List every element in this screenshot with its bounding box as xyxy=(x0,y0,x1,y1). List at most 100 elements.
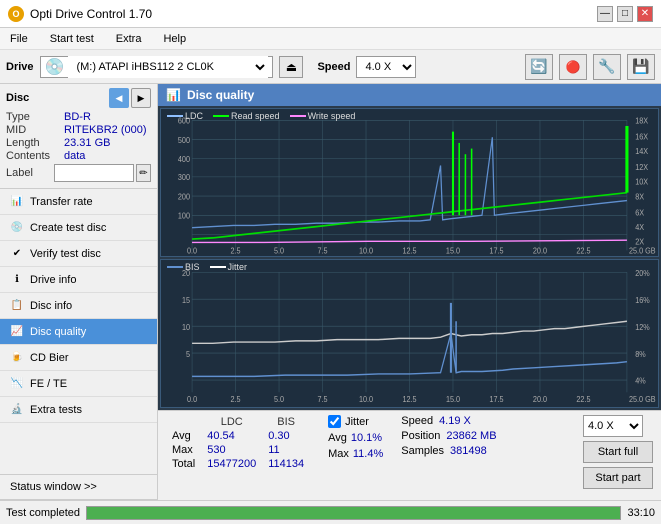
disc-title: Disc xyxy=(6,92,29,104)
svg-text:300: 300 xyxy=(178,173,190,182)
svg-text:16%: 16% xyxy=(635,295,649,305)
title-controls[interactable]: — □ ✕ xyxy=(597,6,653,22)
menu-bar: File Start test Extra Help xyxy=(0,28,661,50)
sidebar-label-extra-tests: Extra tests xyxy=(30,404,82,416)
svg-text:100: 100 xyxy=(178,211,190,220)
cd-bier-icon: 🍺 xyxy=(10,351,24,365)
burn-button[interactable]: 🔴 xyxy=(559,54,587,80)
svg-text:4X: 4X xyxy=(635,223,644,232)
svg-text:10X: 10X xyxy=(635,177,648,186)
svg-text:16X: 16X xyxy=(635,132,648,141)
legend-jitter: Jitter xyxy=(228,262,248,272)
sidebar-label-create-test-disc: Create test disc xyxy=(30,222,106,234)
svg-text:17.5: 17.5 xyxy=(489,246,503,255)
sidebar-item-extra-tests[interactable]: 🔬 Extra tests xyxy=(0,397,157,423)
sidebar-item-drive-info[interactable]: ℹ Drive info xyxy=(0,267,157,293)
sidebar-label-drive-info: Drive info xyxy=(30,274,76,286)
avg-bis: 0.30 xyxy=(262,429,310,443)
contents-label: Contents xyxy=(6,150,64,162)
svg-text:17.5: 17.5 xyxy=(489,395,504,405)
col-ldc: LDC xyxy=(201,415,262,429)
disc-btn-1[interactable]: ◀ xyxy=(109,88,129,108)
title-bar-left: O Opti Drive Control 1.70 xyxy=(8,6,152,22)
col-bis: BIS xyxy=(262,415,310,429)
drive-select[interactable]: (M:) ATAPI iHBS112 2 CL0K xyxy=(68,56,268,78)
drive-speed-select[interactable]: 4.0 X xyxy=(356,56,416,78)
speed-info-label: Speed xyxy=(401,415,433,427)
mid-value: RITEKBR2 (000) xyxy=(64,124,147,136)
sidebar-item-disc-quality[interactable]: 📈 Disc quality xyxy=(0,319,157,345)
drive-bar: Drive 💿 (M:) ATAPI iHBS112 2 CL0K ⏏ Spee… xyxy=(0,50,661,84)
sidebar-label-cd-bier: CD Bier xyxy=(30,352,69,364)
upper-chart-legend: LDC Read speed Write speed xyxy=(167,111,355,121)
mid-label: MID xyxy=(6,124,64,136)
action-buttons: 4.0 X Start full Start part xyxy=(583,415,653,489)
status-window-button[interactable]: Status window >> xyxy=(0,474,157,500)
svg-text:5.0: 5.0 xyxy=(274,395,285,405)
disc-label-input[interactable] xyxy=(54,164,134,182)
svg-text:8X: 8X xyxy=(635,192,644,201)
start-part-button[interactable]: Start part xyxy=(583,467,653,489)
menu-file[interactable]: File xyxy=(4,31,34,47)
svg-text:15.0: 15.0 xyxy=(446,246,460,255)
contents-value: data xyxy=(64,150,85,162)
total-label: Total xyxy=(166,457,201,471)
jitter-checkbox[interactable] xyxy=(328,415,341,428)
transfer-rate-icon: 📊 xyxy=(10,195,24,209)
position-val: 23862 MB xyxy=(446,430,496,442)
eject-button[interactable]: ⏏ xyxy=(279,56,303,78)
app-title: Opti Drive Control 1.70 xyxy=(30,7,152,21)
progress-bar xyxy=(86,506,621,520)
svg-text:12X: 12X xyxy=(635,163,648,172)
save-button[interactable]: 💾 xyxy=(627,54,655,80)
jitter-max-label: Max xyxy=(328,448,349,460)
avg-ldc: 40.54 xyxy=(201,429,262,443)
svg-text:4%: 4% xyxy=(635,376,645,386)
jitter-label: Jitter xyxy=(345,416,369,428)
settings-button[interactable]: 🔧 xyxy=(593,54,621,80)
drive-label: Drive xyxy=(6,61,34,73)
sidebar-item-disc-info[interactable]: 📋 Disc info xyxy=(0,293,157,319)
svg-text:6X: 6X xyxy=(635,208,644,217)
close-button[interactable]: ✕ xyxy=(637,6,653,22)
sidebar-item-fe-te[interactable]: 📉 FE / TE xyxy=(0,371,157,397)
lower-chart: BIS Jitter xyxy=(160,259,659,408)
svg-text:15: 15 xyxy=(182,295,191,305)
sidebar-item-transfer-rate[interactable]: 📊 Transfer rate xyxy=(0,189,157,215)
legend-write-speed: Write speed xyxy=(308,111,356,121)
disc-btn-2[interactable]: ▶ xyxy=(131,88,151,108)
test-speed-select[interactable]: 4.0 X xyxy=(583,415,643,437)
minimize-button[interactable]: — xyxy=(597,6,613,22)
sidebar-item-create-test-disc[interactable]: 💿 Create test disc xyxy=(0,215,157,241)
svg-text:400: 400 xyxy=(178,155,190,164)
drive-info-icon: ℹ xyxy=(10,273,24,287)
sidebar: Disc ◀ ▶ Type BD-R MID RITEKBR2 (000) Le… xyxy=(0,84,158,500)
svg-text:25.0 GB: 25.0 GB xyxy=(629,395,656,405)
menu-extra[interactable]: Extra xyxy=(110,31,148,47)
svg-text:18X: 18X xyxy=(635,116,648,125)
svg-text:14X: 14X xyxy=(635,147,648,156)
menu-start-test[interactable]: Start test xyxy=(44,31,100,47)
upper-chart: LDC Read speed Write speed xyxy=(160,108,659,257)
svg-text:10.0: 10.0 xyxy=(359,246,373,255)
svg-text:12%: 12% xyxy=(635,322,649,332)
start-full-button[interactable]: Start full xyxy=(583,441,653,463)
sidebar-item-verify-test-disc[interactable]: ✔ Verify test disc xyxy=(0,241,157,267)
sidebar-item-cd-bier[interactable]: 🍺 CD Bier xyxy=(0,345,157,371)
menu-help[interactable]: Help xyxy=(157,31,192,47)
svg-text:12.5: 12.5 xyxy=(402,246,416,255)
samples-label: Samples xyxy=(401,445,444,457)
sidebar-label-disc-info: Disc info xyxy=(30,300,72,312)
disc-label-edit-button[interactable]: ✏ xyxy=(136,164,151,182)
maximize-button[interactable]: □ xyxy=(617,6,633,22)
svg-text:5.0: 5.0 xyxy=(274,246,284,255)
extra-tests-icon: 🔬 xyxy=(10,403,24,417)
sidebar-label-transfer-rate: Transfer rate xyxy=(30,196,93,208)
refresh-button[interactable]: 🔄 xyxy=(525,54,553,80)
svg-text:2X: 2X xyxy=(635,237,644,246)
svg-text:12.5: 12.5 xyxy=(402,395,417,405)
total-bis: 114134 xyxy=(262,457,310,471)
svg-text:10.0: 10.0 xyxy=(359,395,374,405)
max-bis: 11 xyxy=(262,443,310,457)
speed-info-val: 4.19 X xyxy=(439,415,471,427)
